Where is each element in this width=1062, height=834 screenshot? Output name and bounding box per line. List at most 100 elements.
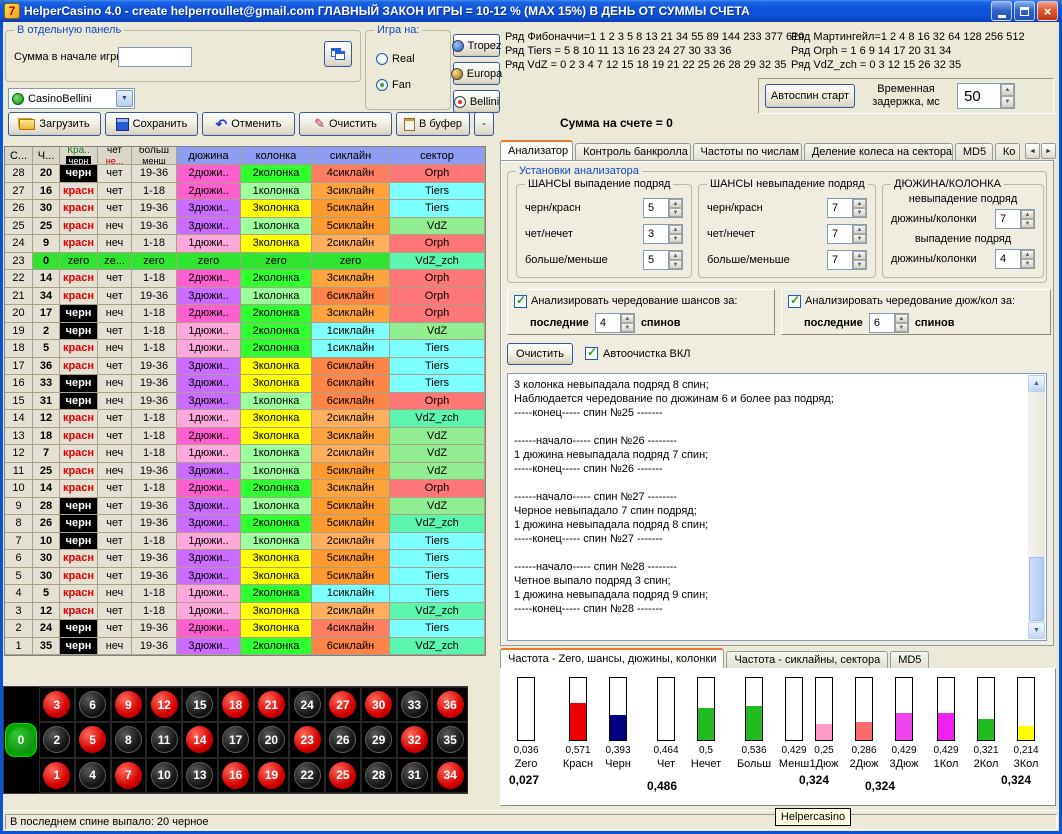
spin-down-icon[interactable]: ▼ (1001, 96, 1014, 108)
board-number-29[interactable]: 29 (365, 726, 392, 753)
spin-down-icon[interactable]: ▼ (853, 260, 866, 269)
save-button[interactable]: Сохранить (105, 112, 198, 136)
spin-down-icon[interactable]: ▼ (621, 323, 634, 332)
board-number-1[interactable]: 1 (43, 762, 70, 789)
radio-real[interactable]: Real (376, 53, 415, 65)
board-number-21[interactable]: 21 (258, 691, 285, 718)
board-number-19[interactable]: 19 (258, 762, 285, 789)
autospin-start-button[interactable]: Автоспин старт (765, 84, 855, 108)
spin-edit[interactable]: 4▲▼ (995, 249, 1035, 269)
bellini-button[interactable]: Bellini (453, 90, 500, 113)
tab-md5[interactable]: MD5 (955, 143, 993, 161)
miss-streak-spinner[interactable]: 7▲▼ (995, 209, 1035, 229)
board-number-13[interactable]: 13 (186, 762, 213, 789)
board-number-25[interactable]: 25 (329, 762, 356, 789)
spin-up-icon[interactable]: ▲ (853, 251, 866, 260)
board-number-6[interactable]: 6 (79, 691, 106, 718)
tab-more[interactable]: Ко (995, 143, 1020, 161)
board-number-23[interactable]: 23 (294, 726, 321, 753)
spin-up-icon[interactable]: ▲ (895, 314, 908, 323)
combo-dropdown-arrow-icon[interactable]: ▼ (116, 90, 133, 107)
spin-edit[interactable]: 5▲▼ (643, 198, 683, 218)
copy-buffer-button[interactable]: В буфер (396, 112, 470, 136)
title-bar[interactable]: 7 HelperCasino 4.0 - create helperroulle… (0, 0, 1062, 22)
board-number-15[interactable]: 15 (186, 691, 213, 718)
spin-down-icon[interactable]: ▼ (853, 234, 866, 243)
europa-button[interactable]: Europa (453, 62, 500, 85)
board-number-14[interactable]: 14 (186, 726, 213, 753)
spin-up-icon[interactable]: ▲ (669, 225, 682, 234)
spin-up-icon[interactable]: ▲ (853, 199, 866, 208)
alt-chances-checkbox[interactable]: ✓ (514, 295, 527, 308)
board-number-0[interactable]: 0 (5, 723, 37, 757)
tab-wheel-sectors[interactable]: Деление колеса на сектора (804, 143, 953, 161)
spin-edit[interactable]: 6▲▼ (869, 313, 909, 333)
spin-up-icon[interactable]: ▲ (1001, 84, 1014, 96)
spin-edit[interactable]: 4▲▼ (595, 313, 635, 333)
board-number-24[interactable]: 24 (294, 691, 321, 718)
board-number-9[interactable]: 9 (115, 691, 142, 718)
spin-up-icon[interactable]: ▲ (1021, 210, 1034, 219)
board-number-8[interactable]: 8 (115, 726, 142, 753)
board-number-10[interactable]: 10 (151, 762, 178, 789)
clear-log-button[interactable]: Очистить (507, 343, 573, 365)
board-number-11[interactable]: 11 (151, 726, 178, 753)
spin-down-icon[interactable]: ▼ (1021, 219, 1034, 228)
board-number-35[interactable]: 35 (437, 726, 464, 753)
detach-panel-button[interactable] (324, 41, 352, 67)
scroll-up-icon[interactable]: ▲ (1028, 375, 1045, 392)
board-number-36[interactable]: 36 (437, 691, 464, 718)
radio-fan[interactable]: Fan (376, 79, 411, 91)
tab-freq-main[interactable]: Частота - Zero, шансы, дюжины, колонки (500, 648, 724, 669)
spin-up-icon[interactable]: ▲ (669, 199, 682, 208)
delay-spinner[interactable]: 50 ▲▼ (957, 83, 1015, 109)
analysis-log[interactable]: 3 колонка невыпадала подряд 8 спин; Набл… (507, 373, 1047, 641)
minimize-button[interactable] (991, 1, 1012, 21)
alt-chances-spinner[interactable]: 4▲▼ (595, 313, 635, 333)
board-number-30[interactable]: 30 (365, 691, 392, 718)
close-button[interactable]: × (1037, 1, 1058, 21)
tab-freq-md5[interactable]: MD5 (890, 651, 929, 669)
board-number-17[interactable]: 17 (222, 726, 249, 753)
spin-down-icon[interactable]: ▼ (669, 234, 682, 243)
board-number-34[interactable]: 34 (437, 762, 464, 789)
board-number-32[interactable]: 32 (401, 726, 428, 753)
tab-analyzer[interactable]: Анализатор (500, 140, 573, 161)
load-button[interactable]: Загрузить (8, 112, 101, 136)
tab-scroll-left-button[interactable]: ◄ (1025, 143, 1040, 159)
autoclean-checkbox[interactable]: ✓Автоочистка ВКЛ (585, 347, 690, 360)
casino-combobox[interactable]: CasinoBellini ▼ (8, 88, 135, 109)
clean-button[interactable]: ✎Очистить (299, 112, 392, 136)
tropez-button[interactable]: Tropez (453, 34, 500, 57)
spin-down-icon[interactable]: ▼ (669, 208, 682, 217)
spin-edit[interactable]: 7▲▼ (827, 224, 867, 244)
undo-button[interactable]: ↶Отменить (202, 112, 295, 136)
board-number-26[interactable]: 26 (329, 726, 356, 753)
board-number-4[interactable]: 4 (79, 762, 106, 789)
tab-number-frequencies[interactable]: Частоты по числам (693, 143, 802, 161)
board-number-16[interactable]: 16 (222, 762, 249, 789)
spin-down-icon[interactable]: ▼ (895, 323, 908, 332)
spin-edit[interactable]: 7▲▼ (827, 250, 867, 270)
spin-up-icon[interactable]: ▲ (669, 251, 682, 260)
alt-dozens-checkbox[interactable]: ✓ (788, 295, 801, 308)
board-number-3[interactable]: 3 (43, 691, 70, 718)
spin-edit[interactable]: 5▲▼ (643, 250, 683, 270)
maximize-button[interactable] (1014, 1, 1035, 21)
collapse-button[interactable]: - (474, 112, 494, 136)
board-number-22[interactable]: 22 (294, 762, 321, 789)
board-number-12[interactable]: 12 (151, 691, 178, 718)
board-number-27[interactable]: 27 (329, 691, 356, 718)
board-number-7[interactable]: 7 (115, 762, 142, 789)
spin-down-icon[interactable]: ▼ (1021, 259, 1034, 268)
tab-scroll-right-button[interactable]: ► (1041, 143, 1056, 159)
spin-edit[interactable]: 3▲▼ (643, 224, 683, 244)
spin-edit[interactable]: 7▲▼ (995, 209, 1035, 229)
tab-bankroll-control[interactable]: Контроль банкролла (575, 143, 690, 161)
spin-up-icon[interactable]: ▲ (1021, 250, 1034, 259)
start-sum-input[interactable] (118, 47, 192, 67)
spin-up-icon[interactable]: ▲ (853, 225, 866, 234)
board-number-2[interactable]: 2 (43, 726, 70, 753)
board-number-20[interactable]: 20 (258, 726, 285, 753)
spin-edit[interactable]: 7▲▼ (827, 198, 867, 218)
